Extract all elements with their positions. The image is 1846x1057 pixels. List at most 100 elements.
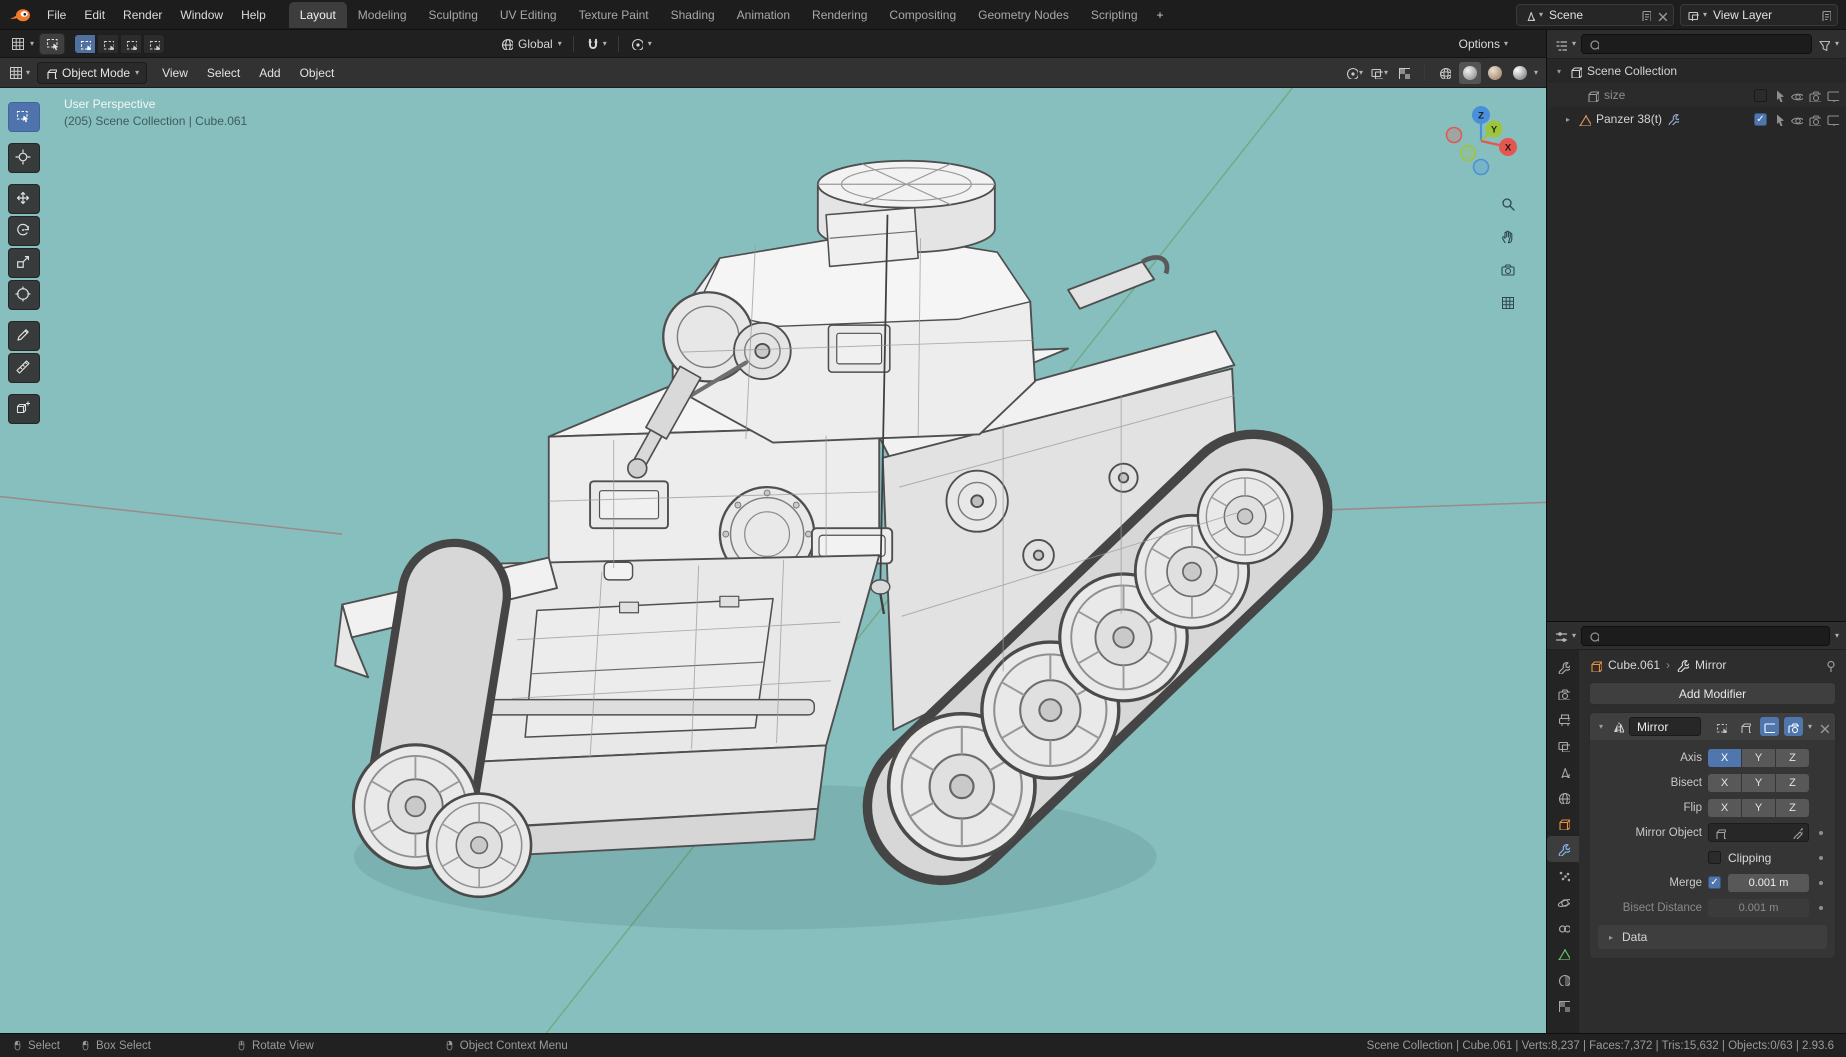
close-icon[interactable] [1817, 721, 1829, 733]
decorator-dot[interactable] [1819, 830, 1823, 835]
axis-y-button[interactable]: Y [1742, 748, 1775, 767]
hide-eye-icon[interactable] [1790, 89, 1803, 102]
menu-window[interactable]: Window [171, 4, 232, 26]
flip-y-button[interactable]: Y [1742, 798, 1775, 817]
tab-sculpting[interactable]: Sculpting [418, 2, 489, 28]
new-view-layer-icon[interactable] [1819, 9, 1831, 21]
hide-eye-icon[interactable] [1790, 113, 1803, 126]
chevron-down-icon[interactable]: ▾ [1835, 631, 1839, 640]
tab-output-properties[interactable] [1547, 706, 1579, 732]
shading-solid-button[interactable] [1458, 61, 1481, 84]
menu-add[interactable]: Add [251, 62, 288, 84]
chevron-down-icon[interactable]: ▾ [603, 39, 607, 48]
tab-scripting[interactable]: Scripting [1080, 2, 1149, 28]
decorator-dot[interactable] [1819, 855, 1823, 860]
camera-view-button[interactable] [1496, 258, 1520, 282]
tool-measure[interactable] [8, 353, 40, 383]
mode-dropdown[interactable]: Object Mode ▾ [37, 61, 148, 84]
select-mode-invert-button[interactable] [143, 33, 166, 54]
outliner-search-input[interactable] [1603, 37, 1805, 51]
tool-add-cube[interactable] [8, 394, 40, 424]
tab-uv-editing[interactable]: UV Editing [489, 2, 568, 28]
tool-transform[interactable] [8, 280, 40, 310]
viewport-editor-type-icon[interactable] [8, 65, 23, 80]
gizmo-neg-z-axis[interactable] [1472, 158, 1490, 176]
outliner-editor-icon[interactable] [1554, 38, 1567, 51]
tab-physics-properties[interactable] [1547, 888, 1579, 914]
bisect-x-button[interactable]: X [1708, 773, 1741, 792]
tool-move[interactable] [8, 184, 40, 214]
add-workspace-button[interactable]: + [1149, 2, 1172, 28]
select-mode-extend-button[interactable] [97, 33, 120, 54]
flip-x-button[interactable]: X [1708, 798, 1741, 817]
tool-select-box[interactable] [8, 102, 40, 132]
tank-model[interactable] [334, 159, 1333, 899]
toggle-ortho-button[interactable] [1496, 291, 1520, 315]
decorator-dot[interactable] [1819, 905, 1823, 910]
tab-shading[interactable]: Shading [660, 2, 726, 28]
scene-selector[interactable]: ▾ Scene [1516, 3, 1674, 26]
exclude-checkbox[interactable] [1754, 88, 1767, 102]
exclude-checkbox[interactable]: ✓ [1754, 112, 1767, 126]
properties-search-input[interactable] [1603, 628, 1823, 643]
properties-editor-icon[interactable] [1554, 629, 1567, 642]
tool-rotate[interactable] [8, 216, 40, 246]
tab-constraint-properties[interactable] [1547, 914, 1579, 940]
clipping-checkbox[interactable] [1708, 851, 1721, 864]
collapse-arrow-icon[interactable]: ▾ [1596, 722, 1606, 731]
tab-view-layer-properties[interactable] [1547, 732, 1579, 758]
axis-x-button[interactable]: X [1708, 748, 1741, 767]
tab-object-properties[interactable] [1547, 810, 1579, 836]
tab-animation[interactable]: Animation [726, 2, 801, 28]
options-dropdown[interactable]: Options ▾ [1459, 37, 1508, 51]
toggle-render[interactable] [1783, 717, 1803, 736]
menu-edit[interactable]: Edit [75, 4, 114, 26]
gizmo-neg-y-axis[interactable] [1459, 144, 1477, 162]
gizmo-neg-x-axis[interactable] [1445, 126, 1463, 144]
toggle-xray-button[interactable] [1393, 62, 1415, 84]
breadcrumb-object[interactable]: Cube.061 [1608, 658, 1660, 672]
tab-scene-properties[interactable] [1547, 758, 1579, 784]
menu-render[interactable]: Render [114, 4, 171, 26]
tool-annotate[interactable] [8, 321, 40, 351]
outliner-search[interactable] [1581, 34, 1812, 54]
merge-checkbox[interactable]: ✓ [1708, 876, 1721, 889]
mirror-panel-header[interactable]: ▾ Mirror ▾ [1590, 713, 1835, 740]
render-camera-icon[interactable] [1808, 113, 1821, 126]
show-gizmo-toggle[interactable]: ▾ [1343, 62, 1365, 84]
active-tool-button[interactable] [39, 32, 66, 55]
tab-geometry-nodes[interactable]: Geometry Nodes [967, 2, 1080, 28]
outliner-row-size[interactable]: size [1547, 83, 1846, 107]
eyedropper-icon[interactable] [1791, 827, 1803, 839]
tab-compositing[interactable]: Compositing [878, 2, 967, 28]
chevron-down-icon[interactable]: ▾ [648, 39, 652, 48]
select-mode-new-button[interactable] [74, 33, 97, 54]
menu-object[interactable]: Object [292, 62, 343, 84]
flip-z-button[interactable]: Z [1776, 798, 1809, 817]
pan-button[interactable] [1496, 225, 1520, 249]
zoom-button[interactable] [1496, 192, 1520, 216]
viewport-monitor-icon[interactable] [1826, 89, 1839, 102]
outliner-row-panzer[interactable]: ▸ Panzer 38(t) ✓ [1547, 107, 1846, 131]
proportional-editing-icon[interactable] [630, 37, 643, 50]
snap-magnet-icon[interactable] [585, 37, 598, 50]
tab-particle-properties[interactable] [1547, 862, 1579, 888]
tab-object-data-properties[interactable] [1547, 940, 1579, 966]
bisect-y-button[interactable]: Y [1742, 773, 1775, 792]
transform-orientation-dropdown[interactable]: Global ▾ ▾ ▾ [500, 35, 652, 52]
bisect-z-button[interactable]: Z [1776, 773, 1809, 792]
tab-layout[interactable]: Layout [288, 1, 347, 28]
selectable-pointer-icon[interactable] [1772, 113, 1785, 126]
menu-view[interactable]: View [154, 62, 196, 84]
show-overlays-toggle[interactable]: ▾ [1368, 62, 1390, 84]
modifier-name-field[interactable]: Mirror [1629, 717, 1701, 736]
tab-world-properties[interactable] [1547, 784, 1579, 810]
data-subpanel[interactable]: ▸ Data [1598, 925, 1827, 949]
chevron-down-icon[interactable]: ▾ [1534, 68, 1538, 77]
menu-select[interactable]: Select [199, 62, 248, 84]
extras-chevron-icon[interactable]: ▾ [1808, 722, 1812, 731]
tab-modifier-properties[interactable] [1547, 836, 1579, 862]
viewport-canvas[interactable]: User Perspective (205) Scene Collection … [0, 88, 1546, 1033]
menu-file[interactable]: File [38, 4, 75, 26]
shading-rendered-button[interactable] [1509, 62, 1531, 84]
